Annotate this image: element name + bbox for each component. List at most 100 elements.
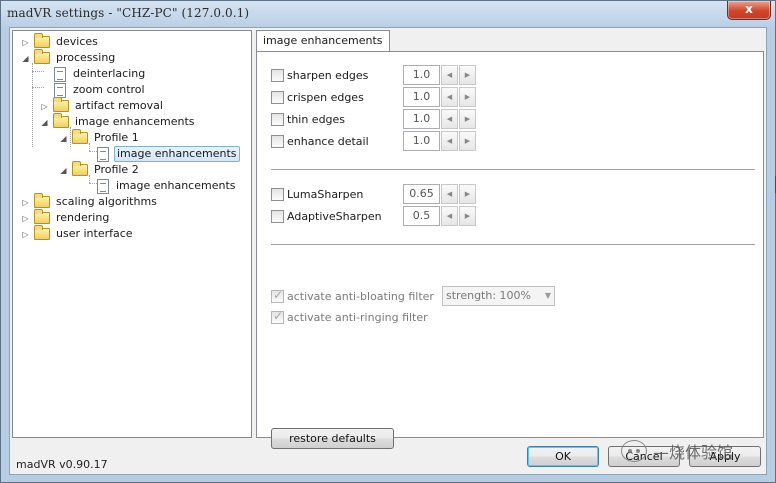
collapse-icon[interactable]: ◢: [59, 166, 68, 175]
chat-logo-icon: [621, 440, 647, 462]
tree-item-label: Profile 1: [94, 131, 139, 144]
tab-image-enhancements[interactable]: image enhancements: [256, 30, 390, 52]
crispen-edges-decrease-button[interactable]: ◀: [441, 87, 458, 107]
page-icon: [97, 146, 109, 162]
tab-page-image-enhancements: sharpen edges 1.0 ◀ ▶ crispen edges 1.0 …: [256, 51, 776, 449]
option-label: AdaptiveSharpen: [287, 209, 382, 223]
lumasharpen-checkbox[interactable]: [271, 187, 284, 201]
crispen-edges-checkbox[interactable]: [271, 90, 284, 104]
separator: [271, 244, 755, 246]
option-label: enhance detail: [287, 134, 369, 148]
tree-item-label: Profile 2: [94, 163, 139, 176]
expand-icon[interactable]: ▷: [21, 38, 30, 47]
strength-dropdown[interactable]: strength: 100% ▼: [442, 286, 555, 306]
watermark-text: —烧体验馆: [653, 443, 734, 462]
tree-item-profile-1-image-enhancements[interactable]: image enhancements: [97, 146, 240, 162]
tree-item-processing[interactable]: ◢ processing: [21, 49, 117, 66]
expand-icon[interactable]: ▷: [40, 102, 49, 111]
strength-dropdown-value: strength: 100%: [446, 289, 531, 302]
ok-button[interactable]: OK: [527, 446, 599, 467]
adaptivesharpen-increase-button[interactable]: ▶: [459, 206, 476, 226]
adaptivesharpen-checkbox[interactable]: [271, 209, 284, 223]
close-button[interactable]: x: [727, 1, 771, 20]
tree-item-user-interface[interactable]: ▷ user interface: [21, 225, 135, 242]
window-title: madVR settings - "CHZ-PC" (127.0.0.1): [7, 6, 250, 20]
anti-ringing-checkbox[interactable]: [271, 309, 284, 324]
folder-icon: [34, 33, 50, 48]
enhance-detail-decrease-button[interactable]: ◀: [441, 131, 458, 151]
option-anti-bloating[interactable]: activate anti-bloating filter: [271, 286, 434, 306]
collapse-icon[interactable]: ◢: [21, 54, 30, 63]
expand-icon[interactable]: ▷: [21, 198, 30, 207]
crispen-edges-increase-button[interactable]: ▶: [459, 87, 476, 107]
tree-item-artifact-removal[interactable]: ▷ artifact removal: [40, 97, 165, 114]
tree-item-image-enhancements[interactable]: ◢ image enhancements: [40, 113, 197, 130]
option-label: LumaSharpen: [287, 187, 364, 201]
chevron-down-icon: ▼: [544, 291, 551, 300]
tree-connector: [89, 151, 97, 152]
tree-item-label: scaling algorithms: [56, 195, 157, 208]
tree-item-deinterlacing[interactable]: deinterlacing: [54, 66, 147, 82]
folder-icon: [53, 113, 69, 128]
folder-icon: [53, 97, 69, 112]
tree-item-scaling-algorithms[interactable]: ▷ scaling algorithms: [21, 193, 159, 210]
folder-icon: [34, 209, 50, 224]
crispen-edges-value[interactable]: 1.0: [403, 87, 440, 107]
tree-item-label: deinterlacing: [73, 67, 146, 80]
tree-item-profile-1[interactable]: ◢ Profile 1: [59, 129, 141, 146]
option-adaptivesharpen[interactable]: AdaptiveSharpen: [271, 206, 382, 226]
enhance-detail-checkbox[interactable]: [271, 134, 284, 148]
option-crispen-edges[interactable]: crispen edges: [271, 87, 364, 107]
collapse-icon[interactable]: ◢: [40, 118, 49, 127]
option-label: activate anti-ringing filter: [287, 310, 428, 324]
page-icon: [54, 82, 66, 98]
tree-item-zoom-control[interactable]: zoom control: [54, 82, 147, 98]
collapse-icon[interactable]: ◢: [59, 134, 68, 143]
tree-item-profile-2[interactable]: ◢ Profile 2: [59, 161, 141, 178]
title-bar[interactable]: madVR settings - "CHZ-PC" (127.0.0.1) x: [1, 1, 775, 27]
tree-item-profile-2-image-enhancements[interactable]: image enhancements: [97, 178, 238, 194]
tree-item-devices[interactable]: ▷ devices: [21, 33, 100, 50]
lumasharpen-decrease-button[interactable]: ◀: [441, 184, 458, 204]
option-thin-edges[interactable]: thin edges: [271, 109, 345, 129]
tree-item-label-selected: image enhancements: [114, 146, 240, 162]
option-enhance-detail[interactable]: enhance detail: [271, 131, 369, 151]
folder-icon: [34, 193, 50, 208]
lumasharpen-value[interactable]: 0.65: [403, 184, 440, 204]
tree-item-rendering[interactable]: ▷ rendering: [21, 209, 111, 226]
folder-icon: [34, 49, 50, 64]
separator: [271, 169, 755, 171]
settings-window: madVR settings - "CHZ-PC" (127.0.0.1) x …: [0, 0, 776, 483]
lumasharpen-increase-button[interactable]: ▶: [459, 184, 476, 204]
enhance-detail-increase-button[interactable]: ▶: [459, 131, 476, 151]
tree-item-label: processing: [56, 51, 116, 64]
option-sharpen-edges[interactable]: sharpen edges: [271, 65, 368, 85]
settings-tree[interactable]: ▷ devices ◢ processing deinterlacing zoo…: [12, 30, 252, 438]
anti-bloating-checkbox[interactable]: [271, 288, 284, 303]
option-label: thin edges: [287, 112, 346, 126]
tree-item-label: zoom control: [73, 83, 145, 96]
expand-icon[interactable]: ▷: [21, 214, 30, 223]
folder-icon: [34, 225, 50, 240]
sharpen-edges-increase-button[interactable]: ▶: [459, 65, 476, 85]
adaptivesharpen-value[interactable]: 0.5: [403, 206, 440, 226]
restore-defaults-button[interactable]: restore defaults: [271, 428, 394, 449]
tree-connector: [89, 183, 97, 184]
enhance-detail-value[interactable]: 1.0: [403, 131, 440, 151]
adaptivesharpen-decrease-button[interactable]: ◀: [441, 206, 458, 226]
version-label: madVR v0.90.17: [16, 458, 108, 471]
thin-edges-value[interactable]: 1.0: [403, 109, 440, 129]
thin-edges-checkbox[interactable]: [271, 112, 284, 126]
sharpen-edges-value[interactable]: 1.0: [403, 65, 440, 85]
tree-item-label: image enhancements: [116, 179, 236, 192]
folder-icon: [72, 129, 88, 144]
sharpen-edges-checkbox[interactable]: [271, 68, 284, 82]
option-lumasharpen[interactable]: LumaSharpen: [271, 184, 363, 204]
expand-icon[interactable]: ▷: [21, 230, 30, 239]
option-anti-ringing[interactable]: activate anti-ringing filter: [271, 307, 428, 327]
thin-edges-decrease-button[interactable]: ◀: [441, 109, 458, 129]
thin-edges-increase-button[interactable]: ▶: [459, 109, 476, 129]
sharpen-edges-decrease-button[interactable]: ◀: [441, 65, 458, 85]
watermark: —烧体验馆: [621, 439, 733, 463]
tree-connector: [32, 71, 44, 72]
